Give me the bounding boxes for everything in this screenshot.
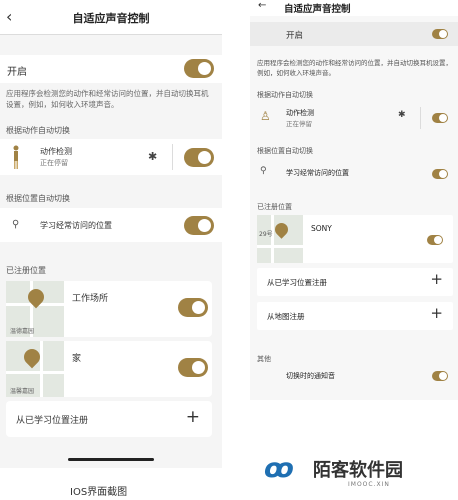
motion-title: 动作检测	[40, 147, 72, 156]
place-name: 家	[72, 354, 82, 364]
map-label: 温德嘉园	[10, 328, 35, 335]
location-pin-icon: ⚲	[260, 166, 267, 176]
motion-section-title: 根据动作自动切换	[257, 91, 313, 99]
back-arrow-icon[interactable]: ←	[258, 0, 266, 11]
back-chevron-icon[interactable]: ‹	[6, 7, 12, 26]
gear-icon[interactable]: ✱	[398, 110, 406, 120]
description-text: 应用程序会检测您的动作和经常访问的位置，并自动切换耳机设置，例如，如何收入环境声…	[6, 89, 209, 109]
enable-toggle[interactable]	[432, 29, 448, 39]
enable-label: 开启	[286, 31, 304, 41]
right-header: ← 自适应声音控制	[250, 0, 458, 16]
notification-sound-toggle[interactable]	[432, 371, 448, 381]
watermark-text: 陌客软件园	[313, 460, 403, 481]
person-standing-icon	[12, 145, 19, 169]
location-toggle[interactable]	[184, 216, 214, 235]
person-sitting-icon: ♙	[260, 109, 271, 123]
home-indicator	[68, 458, 154, 461]
caption: IOS界面截图	[70, 487, 128, 498]
enable-card: 开启	[0, 55, 222, 83]
registered-section-title: 已注册位置	[257, 203, 292, 211]
register-from-learned-label: 从已学习位置注册	[16, 416, 89, 426]
motion-status: 正在停留	[286, 120, 312, 128]
location-section-title: 根据位置自动切换	[257, 147, 313, 155]
motion-toggle[interactable]	[184, 148, 214, 167]
other-section-title: 其他	[257, 355, 271, 363]
plus-icon: +	[430, 304, 443, 322]
register-from-map-button[interactable]: 从地图注册 +	[257, 302, 453, 330]
registered-section-title: 已注册位置	[6, 266, 46, 275]
place-card-home[interactable]: 温馨嘉园 家	[6, 341, 212, 397]
plus-icon: +	[185, 407, 200, 427]
motion-card: 动作检测 正在停留 ✱	[0, 139, 222, 175]
place-card-work[interactable]: 温德嘉园 工作场所	[6, 281, 212, 337]
place-card-sony[interactable]: 29号 SONY	[257, 215, 453, 263]
map-label: 29号	[259, 231, 273, 238]
motion-row: ♙ 动作检测 正在停留 ✱	[250, 101, 458, 135]
enable-label: 开启	[7, 67, 27, 78]
place-toggle-work[interactable]	[178, 298, 208, 317]
plus-icon: +	[430, 270, 443, 288]
left-header: ‹ 自适应声音控制	[0, 0, 222, 35]
place-toggle-sony[interactable]	[427, 235, 443, 245]
register-from-map-label: 从地图注册	[267, 312, 305, 321]
gear-icon[interactable]: ✱	[148, 150, 157, 163]
location-pin-icon: ⚲	[12, 219, 20, 230]
watermark-sub: IMOOC.XIN	[348, 481, 390, 488]
location-title: 学习经常访问的位置	[40, 221, 112, 230]
location-toggle[interactable]	[432, 169, 448, 179]
left-screen: ‹ 自适应声音控制 开启 应用程序会检测您的动作和经常访问的位置，并自动切换耳机…	[0, 0, 222, 468]
motion-toggle[interactable]	[432, 113, 448, 123]
location-section-title: 根据位置自动切换	[6, 194, 70, 203]
motion-divider	[420, 107, 421, 129]
location-card: ⚲ 学习经常访问的位置	[0, 208, 222, 242]
building-pin-icon	[272, 220, 291, 239]
page-title: 自适应声音控制	[72, 12, 150, 25]
motion-title: 动作检测	[286, 109, 314, 117]
place-name: SONY	[311, 224, 332, 233]
location-title: 学习经常访问的位置	[286, 169, 349, 177]
register-from-learned-label: 从已学习位置注册	[267, 278, 327, 287]
map-thumbnail: 29号	[257, 215, 303, 263]
motion-section-title: 根据动作自动切换	[6, 126, 70, 135]
enable-row: 开启	[250, 22, 458, 46]
place-name: 工作场所	[72, 294, 109, 304]
place-toggle-home[interactable]	[178, 358, 208, 377]
map-thumbnail: 温德嘉园	[6, 281, 64, 337]
notification-sound-row: 切换时的通知音	[250, 366, 458, 386]
motion-divider	[172, 144, 173, 170]
page-title: 自适应声音控制	[284, 4, 351, 15]
location-row: ⚲ 学习经常访问的位置	[250, 164, 458, 184]
register-from-learned-button[interactable]: 从已学习位置注册 +	[6, 401, 212, 437]
map-label: 温馨嘉园	[10, 388, 35, 395]
watermark-logo: ꝏ	[264, 453, 294, 484]
notification-sound-label: 切换时的通知音	[286, 372, 335, 380]
right-screen: ← 自适应声音控制 开启 应用程序会检测您的动作和经常访问的位置，并自动切换耳机…	[250, 0, 458, 400]
enable-toggle[interactable]	[184, 59, 214, 78]
map-thumbnail: 温馨嘉园	[6, 341, 64, 397]
description-text: 应用程序会检测您的动作和经常访问的位置，并自动切换耳机设置，例如，如何收入环境声…	[257, 59, 452, 77]
motion-status: 正在停留	[40, 159, 68, 167]
register-from-learned-button[interactable]: 从已学习位置注册 +	[257, 268, 453, 296]
watermark: ꝏ 陌客软件园 IMOOC.XIN	[258, 448, 452, 494]
